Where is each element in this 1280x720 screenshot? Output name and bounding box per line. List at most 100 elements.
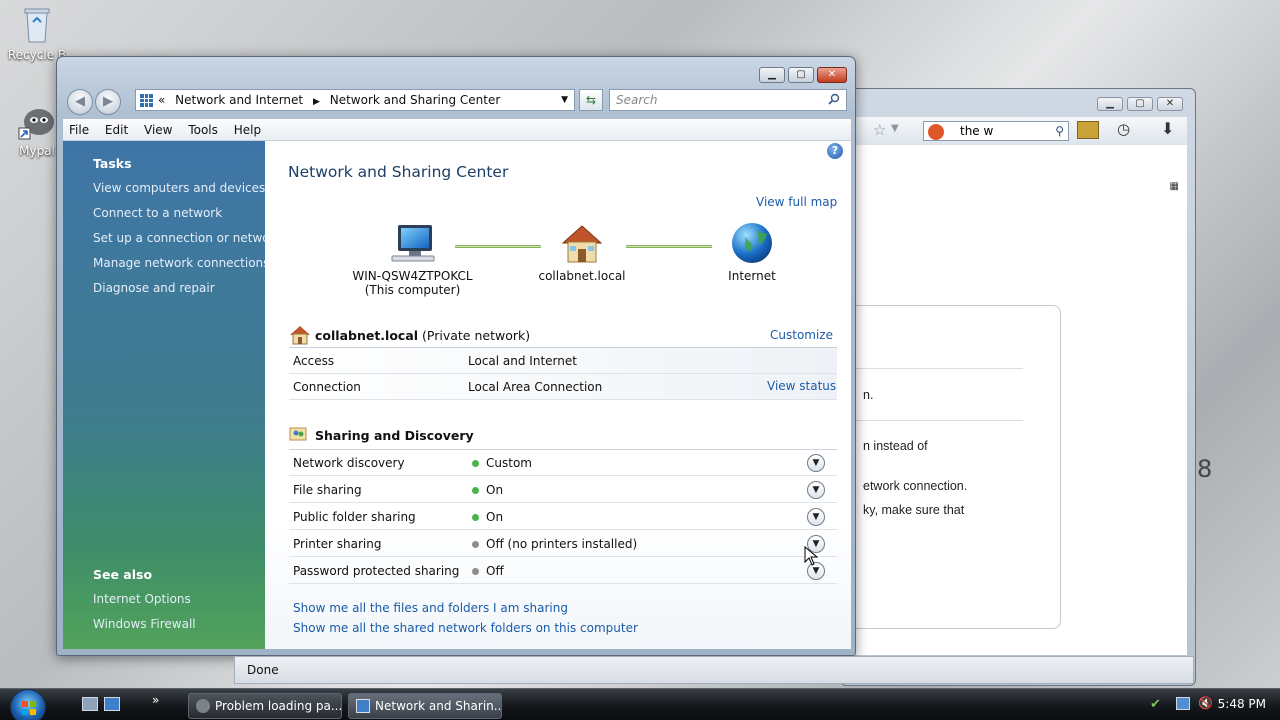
bg-search-field[interactable]: the w ⚲ [923,121,1069,141]
show-desktop-icon[interactable] [82,697,98,711]
task-manage-connections[interactable]: Manage network connections [93,256,269,270]
show-shared-files-link[interactable]: Show me all the files and folders I am s… [293,601,568,615]
globe-icon [732,223,772,263]
map-node-network[interactable]: collabnet.local [527,221,637,283]
network-section-name: collabnet.local [315,328,419,343]
menu-file[interactable]: File [63,119,95,141]
tasks-header: Tasks [93,156,132,171]
computer-name: WIN-QSW4ZTPOKCL [352,269,473,283]
task-view-computers[interactable]: View computers and devices [93,181,265,195]
status-on-icon [472,487,479,494]
help-icon[interactable]: ? [827,143,843,159]
back-button[interactable]: ◀ [67,89,93,115]
download-icon[interactable]: ⬇ [1161,119,1174,138]
task-connect-network[interactable]: Connect to a network [93,206,222,220]
bg-maximize-button[interactable]: ▢ [1127,97,1153,111]
bookmark-star-icon[interactable]: ☆ [873,121,886,139]
taskbar-item-label: Network and Sharin... [375,699,502,713]
house-icon [561,225,603,263]
row-label: File sharing [293,483,362,497]
task-diagnose-repair[interactable]: Diagnose and repair [93,281,215,295]
expand-chevron-icon[interactable]: ▼ [807,481,825,499]
row-value: Off [486,564,504,578]
clock[interactable]: 5:48 PM [1218,697,1266,711]
sharing-icon [289,427,307,441]
bg-side-char: 8 [1197,455,1213,483]
taskbar-item-label: Problem loading pa... [215,699,342,713]
menu-help[interactable]: Help [228,119,267,141]
network-name: collabnet.local [538,269,626,283]
view-full-map-link[interactable]: View full map [756,195,837,209]
show-shared-folders-link[interactable]: Show me all the shared network folders o… [293,621,638,635]
windows-logo-icon [22,701,36,715]
tray-volume-icon[interactable]: 🔇 [1198,696,1213,710]
bg-close-button[interactable]: ✕ [1157,97,1183,111]
search-engine-icon [928,124,944,140]
grid-icon[interactable]: ▦ [1170,181,1179,192]
bg-search-text: the w [960,124,994,138]
link-internet-options[interactable]: Internet Options [93,592,191,606]
bg-browser-toolbar: ☆ ▼ the w ⚲ ◷ ⬇ [855,117,1187,145]
map-node-computer[interactable]: WIN-QSW4ZTPOKCL (This computer) [345,221,480,297]
history-icon[interactable]: ◷ [1117,120,1130,138]
switch-windows-icon[interactable] [104,697,120,711]
background-browser-window[interactable]: ▁ ▢ ✕ ☆ ▼ the w ⚲ ◷ ⬇ ▦ n. n instead of … [840,88,1212,686]
menu-tools[interactable]: Tools [182,119,224,141]
network-sharing-center-window[interactable]: ▁ ▢ ✕ ◀ ▶ « Network and Internet ▶ Netwo… [56,56,856,656]
search-input[interactable]: Search [609,89,847,111]
tray-network-icon[interactable] [1176,697,1190,710]
sharing-header-text: Sharing and Discovery [315,428,474,443]
breadcrumb-separator-icon[interactable]: ▶ [313,97,320,107]
breadcrumb-network-and-internet[interactable]: Network and Internet [175,93,303,107]
search-icon[interactable]: ⚲ [1055,122,1064,140]
maximize-button[interactable]: ▢ [788,67,814,83]
row-label: Network discovery [293,456,405,470]
see-also-header: See also [93,567,153,582]
map-node-internet[interactable]: Internet [707,221,797,283]
start-button[interactable] [10,689,46,720]
expand-chevron-icon[interactable]: ▼ [807,454,825,472]
task-setup-connection[interactable]: Set up a connection or network [93,231,281,245]
taskbar-item-network-center[interactable]: Network and Sharin... [348,693,502,719]
search-placeholder: Search [616,93,658,107]
dropdown-icon[interactable]: ▼ [891,123,899,134]
sharing-row-file-sharing: File sharing On ▼ [289,477,837,503]
breadcrumb-network-sharing-center[interactable]: Network and Sharing Center [330,93,501,107]
bookmarks-icon[interactable] [1077,121,1099,139]
address-dropdown-icon[interactable]: ▼ [561,90,568,110]
quick-launch-overflow-icon[interactable]: » [152,693,159,707]
bg-text-line: etwork connection. [863,479,968,493]
forward-button[interactable]: ▶ [95,89,121,115]
address-bar[interactable]: « Network and Internet ▶ Network and Sha… [135,89,575,111]
menu-edit[interactable]: Edit [99,119,134,141]
minimize-button[interactable]: ▁ [759,67,785,83]
breadcrumb-overflow[interactable]: « [158,93,165,107]
bg-minimize-button[interactable]: ▁ [1097,97,1123,111]
map-link-network-internet [626,245,712,248]
mouse-cursor-icon [804,546,818,566]
search-icon[interactable] [828,93,840,105]
row-label: Password protected sharing [293,564,460,578]
forward-arrow-icon: ▶ [103,94,113,109]
desktop-icon-label: Mypal [19,144,55,158]
desktop-icon-recycle-bin[interactable]: Recycle B [2,4,72,62]
window-body: Tasks View computers and devices Connect… [63,141,851,649]
menu-view[interactable]: View [138,119,178,141]
network-row-access: Access Local and Internet [289,348,837,374]
customize-link[interactable]: Customize [770,328,833,342]
link-windows-firewall[interactable]: Windows Firewall [93,617,196,631]
close-button[interactable]: ✕ [817,67,847,83]
recycle-bin-icon [17,4,57,44]
back-arrow-icon: ◀ [75,94,85,109]
tray-security-icon[interactable]: ✔ [1150,697,1161,712]
expand-chevron-icon[interactable]: ▼ [807,508,825,526]
view-status-link[interactable]: View status [767,379,836,393]
refresh-button[interactable]: ⇆ [579,89,603,111]
status-off-icon [472,568,479,575]
status-on-icon [472,460,479,467]
breadcrumb: « Network and Internet ▶ Network and Sha… [158,90,506,112]
taskbar-item-browser[interactable]: Problem loading pa... [188,693,342,719]
bg-text-line: ky, make sure that [863,503,965,517]
refresh-icon: ⇆ [585,93,597,107]
main-content: ? Network and Sharing Center View full m… [265,141,851,649]
